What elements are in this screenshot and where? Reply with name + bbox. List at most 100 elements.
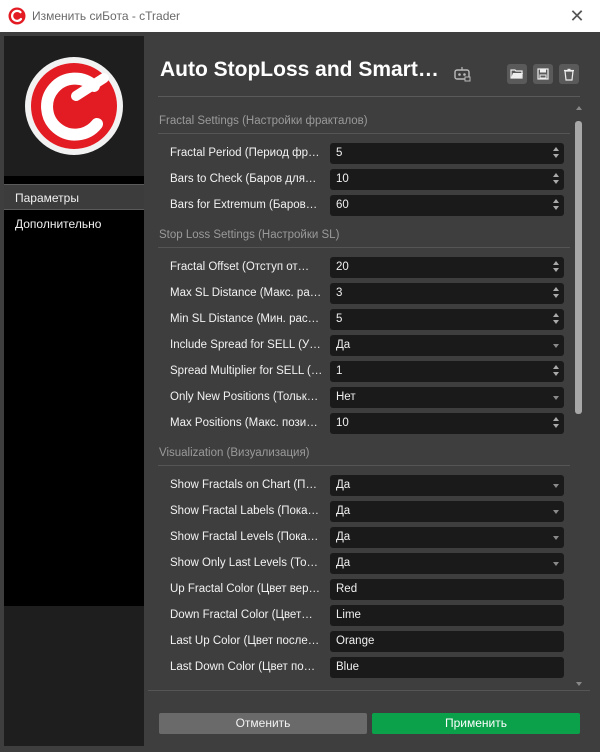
fractal-period-stepper[interactable]: 5	[330, 142, 564, 164]
spread-multiplier-stepper[interactable]: 1	[330, 360, 564, 382]
param-value: 3	[336, 286, 343, 299]
apply-button[interactable]: Применить	[372, 713, 580, 734]
include-spread-select[interactable]: Да	[330, 334, 564, 356]
param-label: Bars to Check (Баров для…	[170, 173, 317, 185]
param-row: Last Down Color (Цвет по… Blue	[158, 654, 570, 680]
param-row: Include Spread for SELL (У… Да	[158, 332, 570, 358]
sidebar: Параметры Дополнительно	[4, 36, 144, 746]
param-label: Only New Positions (Тольк…	[170, 391, 319, 403]
page-title: Auto StopLoss and Smart…	[160, 58, 439, 81]
robot-icon[interactable]	[452, 64, 472, 84]
sidebar-nav: Параметры Дополнительно	[4, 184, 144, 238]
ctrader-logo-icon	[25, 57, 123, 155]
param-value: 5	[336, 312, 343, 325]
spin-arrows-icon[interactable]	[552, 286, 560, 301]
last-up-color-input[interactable]: Orange	[330, 630, 564, 652]
param-label: Show Fractals on Chart (П…	[170, 479, 317, 491]
sidebar-item-label: Дополнительно	[15, 217, 102, 231]
param-row: Only New Positions (Тольк… Нет	[158, 384, 570, 410]
spin-arrows-icon[interactable]	[552, 312, 560, 327]
window-title: Изменить сиБота - cTrader	[32, 9, 181, 23]
spin-arrows-icon[interactable]	[552, 416, 560, 431]
sidebar-lower-panel	[4, 606, 144, 746]
param-value: Да	[336, 338, 351, 351]
cancel-button[interactable]: Отменить	[159, 713, 367, 734]
param-value: Да	[336, 530, 351, 543]
bars-to-check-stepper[interactable]: 10	[330, 168, 564, 190]
param-label: Max Positions (Макс. позиц…	[170, 417, 325, 429]
param-value: 60	[336, 198, 349, 211]
param-value: Да	[336, 556, 351, 569]
only-new-positions-select[interactable]: Нет	[330, 386, 564, 408]
param-row: Show Fractals on Chart (П… Да	[158, 472, 570, 498]
scrollbar-thumb[interactable]	[575, 121, 582, 414]
param-label: Show Fractal Levels (Пока…	[170, 531, 319, 543]
scroll-up-icon[interactable]	[576, 106, 582, 110]
up-fractal-color-input[interactable]: Red	[330, 578, 564, 600]
section-title-stoploss: Stop Loss Settings (Настройки SL)	[158, 222, 570, 248]
parameters-list: Fractal Settings (Настройки фракталов) F…	[158, 108, 570, 680]
param-label: Last Up Color (Цвет после…	[170, 635, 320, 647]
chevron-down-icon	[553, 509, 559, 514]
show-fractal-labels-select[interactable]: Да	[330, 500, 564, 522]
param-row: Max Positions (Макс. позиц… 10	[158, 410, 570, 436]
down-fractal-color-input[interactable]: Lime	[330, 604, 564, 626]
logo-panel	[4, 36, 144, 176]
param-value: 10	[336, 416, 349, 429]
param-label: Bars for Extremum (Баров…	[170, 199, 318, 211]
param-row: Last Up Color (Цвет после… Orange	[158, 628, 570, 654]
fractal-offset-stepper[interactable]: 20	[330, 256, 564, 278]
param-label: Show Only Last Levels (То…	[170, 557, 319, 569]
show-only-last-levels-select[interactable]: Да	[330, 552, 564, 574]
param-row: Up Fractal Color (Цвет вер… Red	[158, 576, 570, 602]
dialog-frame: Параметры Дополнительно Auto StopLoss an…	[0, 32, 600, 752]
param-label: Show Fractal Labels (Пока…	[170, 505, 320, 517]
param-value: 20	[336, 260, 349, 273]
scrollbar-track[interactable]	[575, 116, 582, 676]
bars-for-extremum-stepper[interactable]: 60	[330, 194, 564, 216]
folder-open-icon[interactable]	[507, 64, 527, 84]
param-value: 1	[336, 364, 343, 377]
sidebar-item-label: Параметры	[15, 191, 79, 205]
last-down-color-input[interactable]: Blue	[330, 656, 564, 678]
ctrader-app-icon	[8, 7, 26, 25]
chevron-down-icon	[553, 343, 559, 348]
scroll-down-icon[interactable]	[576, 682, 582, 686]
param-label: Down Fractal Color (Цвет…	[170, 609, 313, 621]
spin-arrows-icon[interactable]	[552, 260, 560, 275]
param-row: Max SL Distance (Макс. ра… 3	[158, 280, 570, 306]
param-row: Show Fractal Levels (Пока… Да	[158, 524, 570, 550]
show-fractal-levels-select[interactable]: Да	[330, 526, 564, 548]
max-positions-stepper[interactable]: 10	[330, 412, 564, 434]
chevron-down-icon	[553, 561, 559, 566]
param-row: Down Fractal Color (Цвет… Lime	[158, 602, 570, 628]
main-panel: Auto StopLoss and Smart… Fractal Setting…	[148, 36, 590, 746]
trash-icon[interactable]	[559, 64, 579, 84]
param-row: Bars to Check (Баров для… 10	[158, 166, 570, 192]
param-label: Fractal Period (Период фра…	[170, 147, 326, 159]
save-icon[interactable]	[533, 64, 553, 84]
min-sl-distance-stepper[interactable]: 5	[330, 308, 564, 330]
param-label: Spread Multiplier for SELL (…	[170, 365, 323, 377]
sidebar-item-advanced[interactable]: Дополнительно	[4, 211, 144, 237]
chevron-down-icon	[553, 395, 559, 400]
spin-arrows-icon[interactable]	[552, 198, 560, 213]
param-value: Нет	[336, 390, 356, 403]
param-row: Min SL Distance (Мин. рас… 5	[158, 306, 570, 332]
sidebar-item-parameters[interactable]: Параметры	[4, 184, 144, 210]
param-label: Fractal Offset (Отступ от…	[170, 261, 310, 273]
window-titlebar: Изменить сиБота - cTrader ✕	[0, 0, 600, 32]
param-value: Lime	[336, 608, 361, 621]
show-fractals-select[interactable]: Да	[330, 474, 564, 496]
max-sl-distance-stepper[interactable]: 3	[330, 282, 564, 304]
spin-arrows-icon[interactable]	[552, 364, 560, 379]
close-icon[interactable]: ✕	[554, 0, 600, 32]
spin-arrows-icon[interactable]	[552, 172, 560, 187]
param-row: Spread Multiplier for SELL (… 1	[158, 358, 570, 384]
param-row: Fractal Offset (Отступ от… 20	[158, 254, 570, 280]
chevron-down-icon	[553, 483, 559, 488]
param-label: Last Down Color (Цвет по…	[170, 661, 316, 673]
spin-arrows-icon[interactable]	[552, 146, 560, 161]
section-title-fractal: Fractal Settings (Настройки фракталов)	[158, 108, 570, 134]
param-label: Min SL Distance (Мин. рас…	[170, 313, 320, 325]
